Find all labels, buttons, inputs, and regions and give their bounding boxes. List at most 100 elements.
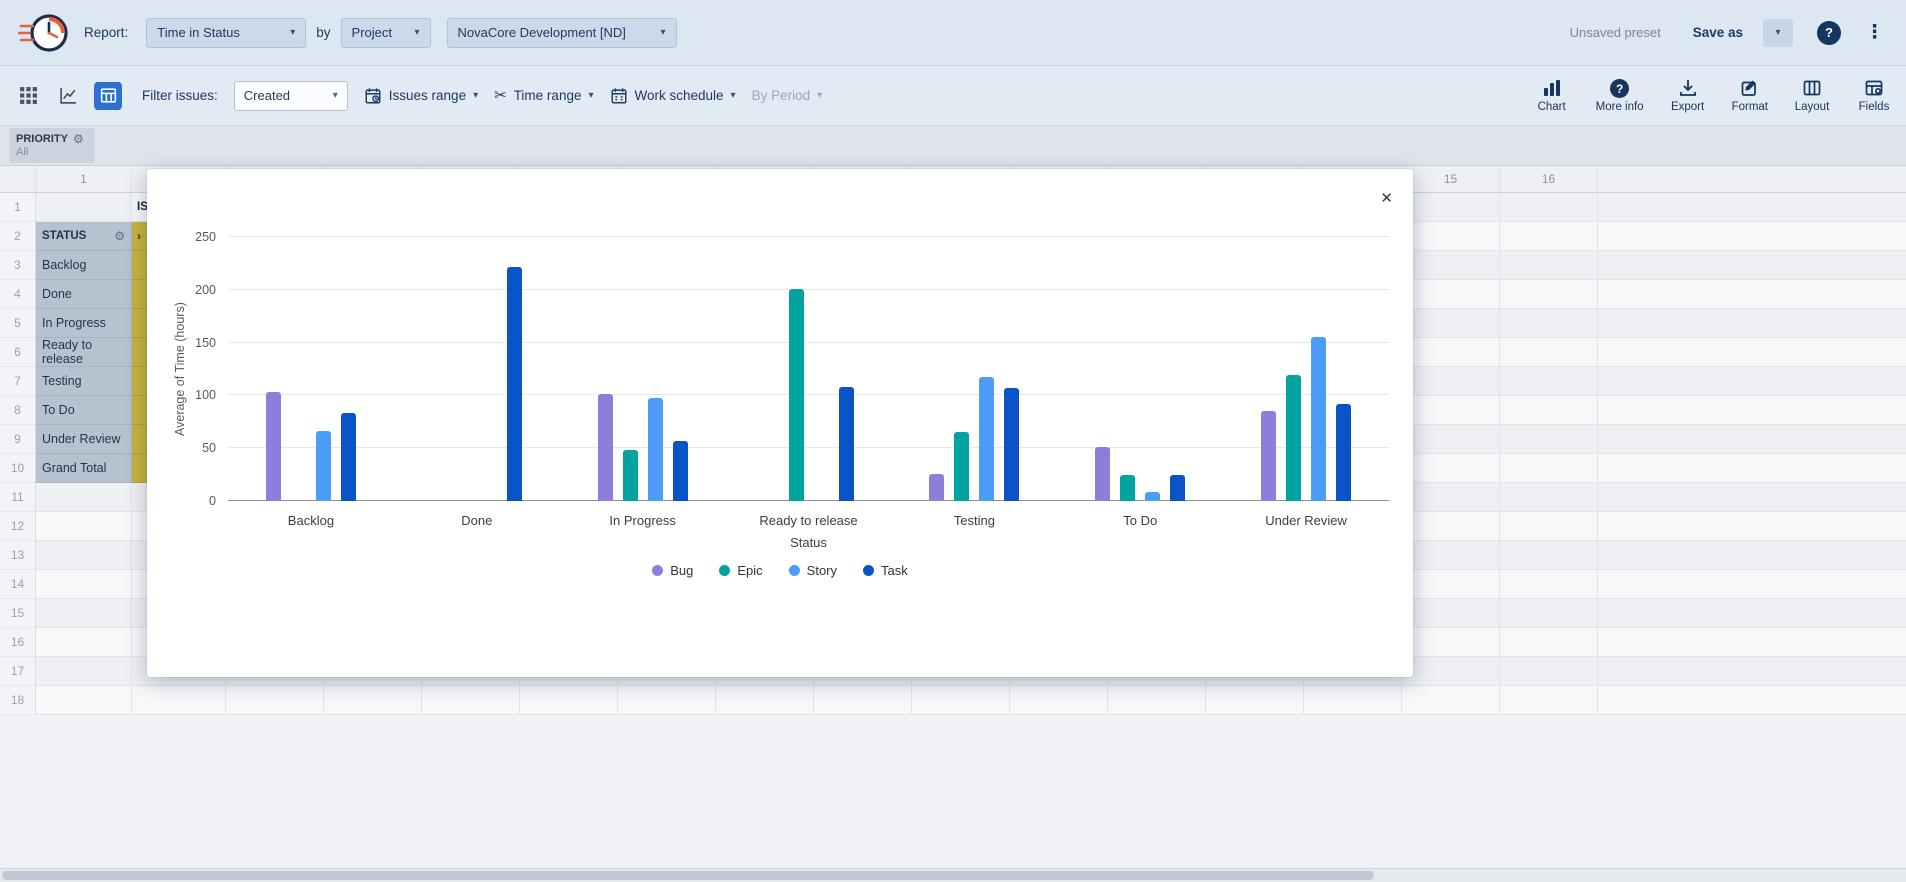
- sheet-cell[interactable]: [1402, 686, 1500, 715]
- sheet-cell[interactable]: [1010, 686, 1108, 715]
- save-as-caret-button[interactable]: ▾: [1763, 19, 1793, 47]
- sheet-cell[interactable]: [1500, 686, 1598, 715]
- sheet-cell[interactable]: [1500, 541, 1598, 570]
- status-row-cell[interactable]: Backlog: [36, 251, 132, 280]
- report-type-select[interactable]: Time in Status ▾: [146, 18, 306, 48]
- column-header-16[interactable]: 16: [1500, 166, 1598, 193]
- table-view-button[interactable]: [94, 82, 122, 110]
- sheet-cell[interactable]: [1402, 193, 1500, 222]
- close-button[interactable]: ✕: [1380, 189, 1393, 207]
- row-header-11[interactable]: 11: [0, 483, 36, 512]
- sheet-cell[interactable]: [422, 686, 520, 715]
- toolbar-action-chart[interactable]: Chart: [1534, 78, 1570, 113]
- sheet-cell[interactable]: [1500, 338, 1598, 367]
- status-row-cell[interactable]: Ready to release: [36, 338, 132, 367]
- gear-icon[interactable]: ⚙: [114, 230, 125, 242]
- sheet-cell[interactable]: [1402, 541, 1500, 570]
- sheet-cell[interactable]: [1304, 686, 1402, 715]
- toolbar-action-export[interactable]: Export: [1670, 78, 1706, 113]
- row-header-3[interactable]: 3: [0, 251, 36, 280]
- sheet-cell[interactable]: [1500, 280, 1598, 309]
- status-row-cell[interactable]: Testing: [36, 367, 132, 396]
- column-header-15[interactable]: 15: [1402, 166, 1500, 193]
- legend-item-epic[interactable]: Epic: [719, 563, 762, 578]
- sheet-cell[interactable]: [36, 686, 132, 715]
- row-header-5[interactable]: 5: [0, 309, 36, 338]
- toolbar-action-fields[interactable]: Fields: [1856, 78, 1892, 113]
- sheet-cell[interactable]: [1402, 570, 1500, 599]
- work-schedule-button[interactable]: Work schedule ▾: [610, 87, 736, 105]
- row-header-10[interactable]: 10: [0, 454, 36, 483]
- row-header-9[interactable]: 9: [0, 425, 36, 454]
- sheet-cell[interactable]: [618, 686, 716, 715]
- group-by-select[interactable]: Project ▾: [341, 18, 431, 48]
- sheet-cell[interactable]: [1402, 454, 1500, 483]
- column-header-1[interactable]: 1: [36, 166, 132, 193]
- sheet-cell[interactable]: [1402, 367, 1500, 396]
- status-row-cell[interactable]: Grand Total: [36, 454, 132, 483]
- row-header-15[interactable]: 15: [0, 599, 36, 628]
- row-header-16[interactable]: 16: [0, 628, 36, 657]
- sheet-cell[interactable]: [1500, 628, 1598, 657]
- sheet-cell[interactable]: [132, 686, 226, 715]
- sheet-cell[interactable]: [1500, 396, 1598, 425]
- row-header-4[interactable]: 4: [0, 280, 36, 309]
- sheet-cell[interactable]: [1500, 367, 1598, 396]
- legend-item-bug[interactable]: Bug: [652, 563, 693, 578]
- sheet-cell[interactable]: [1500, 657, 1598, 686]
- toolbar-action-more-info[interactable]: ?More info: [1596, 79, 1644, 113]
- sheet-cell[interactable]: [520, 686, 618, 715]
- gear-icon[interactable]: ⚙: [73, 133, 84, 145]
- help-button[interactable]: ?: [1817, 21, 1841, 45]
- sheet-cell[interactable]: [1500, 599, 1598, 628]
- sheet-cell[interactable]: [1402, 483, 1500, 512]
- sheet-cell[interactable]: [36, 628, 132, 657]
- sheet-cell[interactable]: [1500, 512, 1598, 541]
- row-header-17[interactable]: 17: [0, 657, 36, 686]
- sheet-cell[interactable]: [1402, 628, 1500, 657]
- row-header-6[interactable]: 6: [0, 338, 36, 367]
- sheet-cell[interactable]: [226, 686, 324, 715]
- sheet-cell[interactable]: [1402, 396, 1500, 425]
- row-header-1[interactable]: 1: [0, 193, 36, 222]
- row-header-8[interactable]: 8: [0, 396, 36, 425]
- legend-item-story[interactable]: Story: [789, 563, 837, 578]
- toolbar-action-format[interactable]: Format: [1732, 78, 1768, 113]
- sheet-cell[interactable]: [1500, 570, 1598, 599]
- sheet-cell[interactable]: [1500, 309, 1598, 338]
- sheet-cell[interactable]: [912, 686, 1010, 715]
- overflow-menu-button[interactable]: ⋮: [1861, 21, 1888, 44]
- sheet-cell[interactable]: [1108, 686, 1206, 715]
- horizontal-scrollbar[interactable]: [0, 868, 1906, 882]
- sheet-cell[interactable]: [36, 193, 132, 222]
- sheet-cell[interactable]: [1402, 251, 1500, 280]
- status-header-cell[interactable]: STATUS⚙: [36, 222, 132, 251]
- row-header-18[interactable]: 18: [0, 686, 36, 715]
- scrollbar-thumb[interactable]: [2, 871, 1374, 880]
- sheet-cell[interactable]: [1402, 599, 1500, 628]
- sheet-cell[interactable]: [36, 541, 132, 570]
- row-header-13[interactable]: 13: [0, 541, 36, 570]
- sheet-cell[interactable]: [36, 483, 132, 512]
- sheet-cell[interactable]: [716, 686, 814, 715]
- sheet-cell[interactable]: [1500, 425, 1598, 454]
- issues-range-button[interactable]: Issues range ▾: [364, 87, 478, 105]
- status-row-cell[interactable]: Under Review: [36, 425, 132, 454]
- sheet-cell[interactable]: [36, 657, 132, 686]
- filter-issues-select[interactable]: Created ▾: [234, 81, 348, 111]
- priority-filter-cell[interactable]: PRIORITY ⚙ All: [10, 128, 94, 163]
- row-header-2[interactable]: 2: [0, 222, 36, 251]
- by-period-button[interactable]: By Period ▾: [752, 88, 823, 103]
- sheet-cell[interactable]: [36, 512, 132, 541]
- sheet-cell[interactable]: [1500, 483, 1598, 512]
- sheet-cell[interactable]: [814, 686, 912, 715]
- sheet-cell[interactable]: [1500, 193, 1598, 222]
- row-header-12[interactable]: 12: [0, 512, 36, 541]
- sheet-cell[interactable]: [1402, 657, 1500, 686]
- chart-view-button[interactable]: [54, 82, 82, 110]
- row-header-14[interactable]: 14: [0, 570, 36, 599]
- sheet-cell[interactable]: [1206, 686, 1304, 715]
- sheet-cell[interactable]: [324, 686, 422, 715]
- sheet-cell[interactable]: [1402, 338, 1500, 367]
- sheet-cell[interactable]: [1402, 309, 1500, 338]
